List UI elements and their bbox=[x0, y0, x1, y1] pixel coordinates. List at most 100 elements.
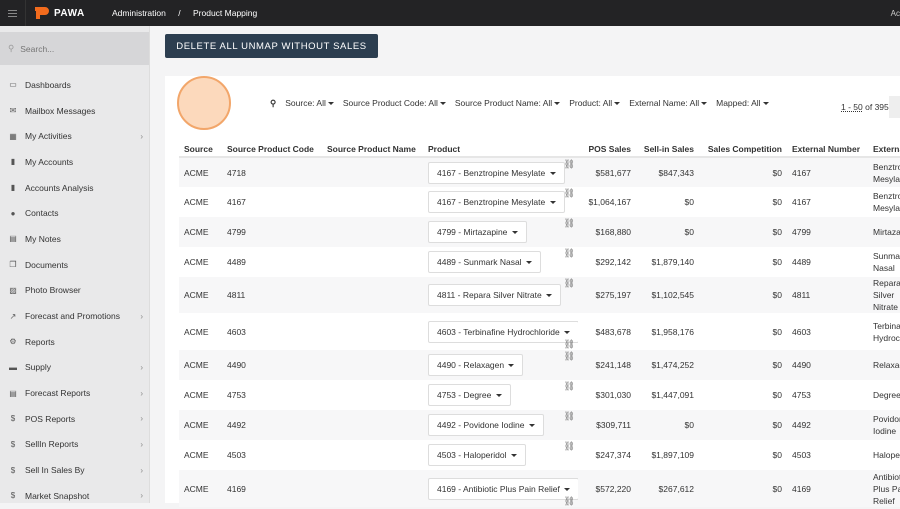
unlink-icon[interactable]: ⛓ bbox=[564, 278, 575, 289]
product-dropdown[interactable]: 4167 - Benztropine Mesylate bbox=[428, 161, 565, 184]
table-row: ACME 4169 4169 - Antibiotic Plus Pain Re… bbox=[179, 470, 900, 507]
table-row: ACME 4718 4167 - Benztropine Mesylate ⛓ … bbox=[179, 157, 900, 187]
cell-external-name: Repara Silver Nitrate bbox=[873, 278, 900, 312]
sidebar-item-my-accounts[interactable]: ▮ My Accounts bbox=[0, 149, 150, 175]
unlink-icon[interactable]: ⛓ bbox=[564, 351, 575, 362]
image-icon: ▨ bbox=[9, 285, 17, 295]
cell-external-name: Relaxagen bbox=[873, 360, 900, 370]
cell-source-product-code: 4492 bbox=[227, 420, 246, 430]
sidebar-item-forecast-and-promotions[interactable]: ↗ Forecast and Promotions › bbox=[0, 303, 150, 329]
column-header-source-product-name[interactable]: Source Product Name bbox=[322, 142, 423, 158]
column-header-sales-competition[interactable]: Sales Competition bbox=[699, 142, 787, 158]
sidebar-item-reports[interactable]: ⚙ Reports bbox=[0, 329, 150, 355]
filter-mapped[interactable]: Mapped: All bbox=[716, 98, 769, 109]
column-header-product[interactable]: Product bbox=[423, 142, 578, 158]
delete-all-unmap-button[interactable]: DELETE ALL UNMAP WITHOUT SALES bbox=[165, 34, 378, 58]
sidebar-item-sell-in-sales-by[interactable]: $ Sell In Sales By › bbox=[0, 457, 150, 483]
sidebar-item-contacts[interactable]: ● Contacts bbox=[0, 200, 150, 226]
filter-source[interactable]: Source: All bbox=[285, 98, 334, 109]
sidebar-item-mailbox-messages[interactable]: ✉ Mailbox Messages bbox=[0, 98, 150, 124]
unlink-icon[interactable]: ⛓ bbox=[564, 248, 575, 259]
breadcrumb-separator: / bbox=[178, 8, 181, 18]
menu-toggle-button[interactable] bbox=[0, 0, 26, 26]
unlink-icon[interactable]: ⛓ bbox=[564, 496, 575, 507]
sidebar-search-input[interactable] bbox=[20, 43, 131, 54]
cell-external-name: Antibiotic Plus Pain Relief bbox=[873, 471, 900, 506]
caret-down-icon bbox=[549, 201, 556, 205]
sidebar-item-accounts-analysis[interactable]: ▮ Accounts Analysis bbox=[0, 175, 150, 201]
calendar-icon: ▦ bbox=[9, 131, 17, 141]
product-dropdown[interactable]: 4489 - Sunmark Nasal bbox=[428, 251, 541, 273]
page-range[interactable]: 1 - 50 bbox=[841, 102, 863, 112]
caret-down-icon bbox=[564, 330, 571, 334]
sidebar-item-pos-reports[interactable]: $ POS Reports › bbox=[0, 406, 150, 432]
breadcrumb: Administration / Product Mapping bbox=[112, 8, 267, 18]
cell-pos-sales: $309,711 bbox=[596, 420, 631, 430]
cell-sales-competition: $0 bbox=[772, 197, 782, 207]
brand-logo[interactable]: PAWA bbox=[34, 6, 110, 20]
top-bar: PAWA Administration / Product Mapping Ac bbox=[0, 0, 900, 26]
breadcrumb-administration[interactable]: Administration bbox=[112, 8, 166, 18]
cell-source-product-name bbox=[322, 187, 423, 217]
cell-external-number: 4753 bbox=[792, 390, 811, 400]
cell-sellin-sales: $267,612 bbox=[658, 483, 694, 494]
filter-label: Source Product Name: All bbox=[454, 98, 553, 108]
sidebar-item-sellin-reports[interactable]: $ SellIn Reports › bbox=[0, 432, 150, 458]
sidebar-item-label: SellIn Reports bbox=[25, 439, 79, 450]
sidebar-item-forecast-reports[interactable]: ▤ Forecast Reports › bbox=[0, 380, 150, 406]
unlink-icon[interactable]: ⛓ bbox=[564, 339, 575, 350]
sidebar-item-my-notes[interactable]: ▤ My Notes bbox=[0, 226, 150, 252]
column-header-pos-sales[interactable]: POS Sales bbox=[578, 142, 636, 158]
product-dropdown[interactable]: 4167 - Benztropine Mesylate bbox=[428, 191, 565, 213]
pagination-button[interactable] bbox=[889, 96, 900, 118]
filter-product[interactable]: Product: All bbox=[569, 98, 621, 109]
unlink-icon[interactable]: ⛓ bbox=[564, 381, 575, 392]
cell-source: ACME bbox=[184, 257, 209, 267]
sidebar-item-my-activities[interactable]: ▦ My Activities › bbox=[0, 123, 150, 149]
product-dropdown[interactable]: 4753 - Degree bbox=[428, 384, 511, 406]
product-value: 4603 - Terbinafine Hydrochloride bbox=[437, 326, 560, 337]
product-dropdown[interactable]: 4169 - Antibiotic Plus Pain Relief bbox=[428, 477, 578, 500]
filter-source-product-name[interactable]: Source Product Name: All bbox=[454, 98, 561, 109]
sidebar-search[interactable]: ⚲ bbox=[0, 32, 149, 65]
filter-bar: ⚲ Source: All Source Product Code: All Sou… bbox=[270, 98, 769, 109]
sidebar-item-documents[interactable]: ❐ Documents bbox=[0, 252, 150, 278]
product-dropdown[interactable]: 4799 - Mirtazapine bbox=[428, 221, 527, 243]
user-menu[interactable]: Ac bbox=[891, 9, 900, 18]
cell-pos-sales: $581,677 bbox=[595, 167, 631, 178]
product-dropdown[interactable]: 4490 - Relaxagen bbox=[428, 354, 524, 376]
column-header-external-name[interactable]: External Name bbox=[868, 142, 900, 158]
unlink-icon[interactable]: ⛓ bbox=[564, 411, 575, 422]
sidebar-item-label: Market Snapshot bbox=[25, 490, 90, 501]
column-header-source-product-code[interactable]: Source Product Code bbox=[222, 142, 322, 158]
cell-source: ACME bbox=[184, 290, 209, 300]
caret-down-icon bbox=[439, 102, 446, 106]
unlink-icon[interactable]: ⛓ bbox=[564, 441, 575, 452]
gear-icon: ⚙ bbox=[9, 337, 17, 347]
product-dropdown[interactable]: 4603 - Terbinafine Hydrochloride bbox=[428, 320, 578, 343]
sidebar-item-supply[interactable]: ▬ Supply › bbox=[0, 355, 150, 381]
cell-product: 4489 - Sunmark Nasal ⛓ bbox=[423, 247, 578, 277]
product-dropdown[interactable]: 4492 - Povidone Iodine bbox=[428, 414, 544, 436]
breadcrumb-product-mapping: Product Mapping bbox=[192, 8, 258, 18]
filter-external-name[interactable]: External Name: All bbox=[629, 98, 708, 109]
sidebar-item-market-snapshot[interactable]: $ Market Snapshot › bbox=[0, 483, 150, 509]
table-row: ACME 4753 4753 - Degree ⛓ $301,030 $1,44… bbox=[179, 380, 900, 410]
unlink-icon[interactable]: ⛓ bbox=[564, 218, 575, 229]
cell-external-number: 4489 bbox=[792, 257, 811, 267]
unlink-icon[interactable]: ⛓ bbox=[564, 159, 575, 170]
sidebar-item-dashboards[interactable]: ▭ Dashboards bbox=[0, 72, 150, 98]
product-dropdown[interactable]: 4811 - Repara Silver Nitrate bbox=[428, 284, 562, 306]
pawa-logo-icon bbox=[35, 7, 49, 19]
search-icon[interactable]: ⚲ bbox=[270, 98, 276, 109]
caret-down-icon bbox=[511, 231, 518, 235]
search-icon: ⚲ bbox=[8, 43, 15, 53]
column-header-sell-in-sales[interactable]: Sell-in Sales bbox=[636, 142, 699, 158]
column-header-source[interactable]: Source bbox=[179, 142, 222, 158]
sidebar-item-photo-browser[interactable]: ▨ Photo Browser bbox=[0, 278, 150, 304]
unlink-icon[interactable]: ⛓ bbox=[564, 188, 575, 199]
product-dropdown[interactable]: 4503 - Haloperidol bbox=[428, 444, 526, 466]
column-header-external-number[interactable]: External Number bbox=[787, 142, 868, 158]
product-value: 4489 - Sunmark Nasal bbox=[437, 257, 522, 267]
filter-source-product-code[interactable]: Source Product Code: All bbox=[343, 98, 446, 109]
